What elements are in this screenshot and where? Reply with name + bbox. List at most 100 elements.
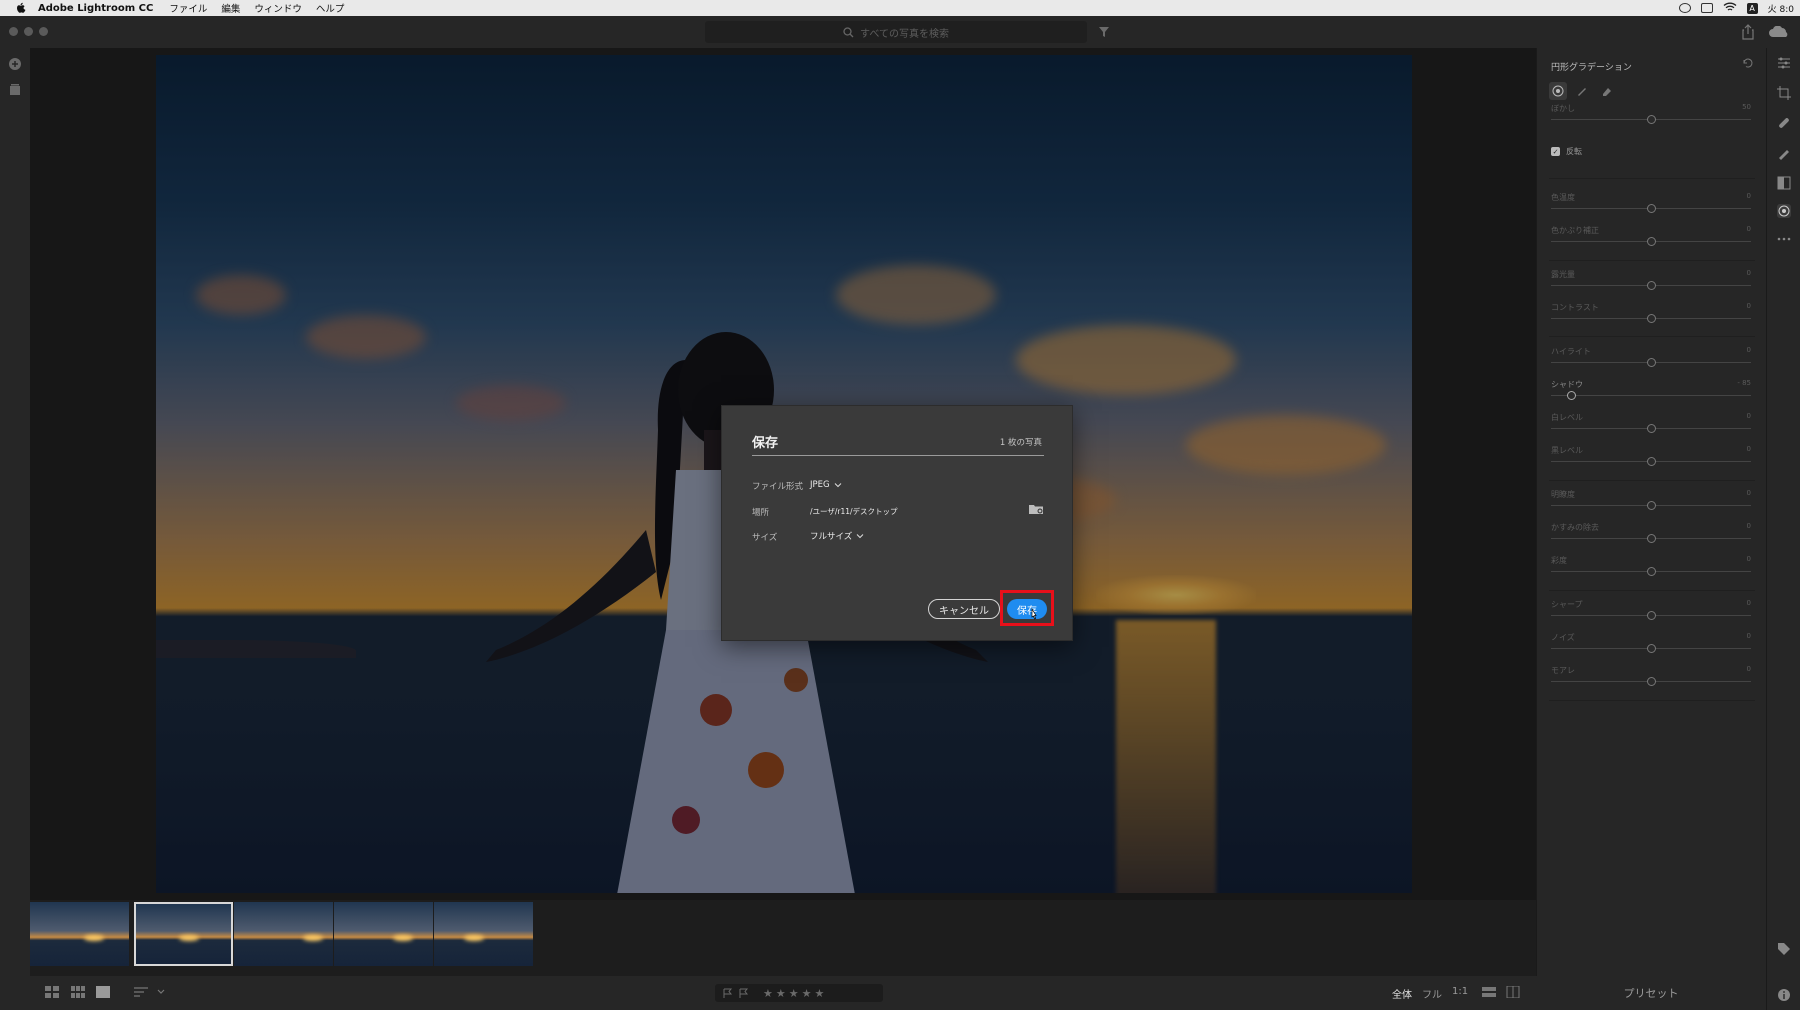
slider-label: 黒レベル (1551, 446, 1583, 455)
brush-tool[interactable] (1573, 82, 1591, 100)
filmstrip-thumb-5[interactable] (434, 902, 533, 966)
library-icon[interactable] (8, 83, 22, 97)
slider-moire[interactable]: モアレ 0 (1551, 665, 1751, 695)
search-field[interactable]: すべての写真を検索 (705, 21, 1087, 43)
linear-gradient-icon[interactable] (1777, 176, 1791, 190)
left-rail (0, 48, 30, 1010)
dialog-divider (752, 455, 1044, 456)
radial-tool[interactable] (1549, 82, 1567, 100)
edit-sliders-icon[interactable] (1777, 56, 1791, 70)
presets-button[interactable]: プリセット (1536, 976, 1766, 1010)
slider-saturation[interactable]: 彩度 0 (1551, 555, 1751, 585)
compare-icon[interactable] (1482, 986, 1496, 998)
photo-count: 1 枚の写真 (999, 438, 1042, 448)
menu-window[interactable]: ウィンドウ (254, 1, 302, 15)
invert-checkbox[interactable]: ✓ (1551, 147, 1560, 156)
filmstrip-thumb-3[interactable] (234, 902, 333, 966)
slider-sharpness[interactable]: シャープ 0 (1551, 599, 1751, 629)
slider-dehaze[interactable]: かすみの除去 0 (1551, 522, 1751, 552)
slider-label: モアレ (1551, 666, 1575, 675)
pick-flag-icon[interactable] (723, 988, 733, 999)
slider-value: - 85 (1737, 379, 1751, 387)
bottom-toolbar: ★★★★★ 全体 フル 1:1 (30, 976, 1536, 1010)
airplay-icon[interactable] (1700, 3, 1713, 13)
chevron-down-icon[interactable] (156, 986, 166, 998)
minimize-window-button[interactable] (24, 27, 33, 36)
invert-checkbox-row[interactable]: ✓ 反転 (1551, 146, 1582, 157)
format-dropdown[interactable]: JPEG (810, 480, 842, 490)
slider-temp[interactable]: 色温度 0 (1551, 192, 1751, 222)
slider-blacks[interactable]: 黒レベル 0 (1551, 445, 1751, 475)
size-value: フルサイズ (810, 532, 853, 542)
grid-view-icon[interactable] (71, 986, 85, 998)
slider-shadows[interactable]: シャドウ - 85 (1551, 379, 1751, 409)
filmstrip (30, 900, 1536, 976)
before-after-icon[interactable] (1506, 986, 1520, 998)
sun-reflection (1116, 620, 1216, 893)
crop-icon[interactable] (1777, 86, 1791, 100)
reset-icon[interactable] (1742, 58, 1754, 68)
slider-value: 0 (1746, 522, 1751, 530)
filmstrip-thumb-4[interactable] (334, 902, 433, 966)
zoom-window-button[interactable] (39, 27, 48, 36)
slider-value: 0 (1746, 489, 1751, 497)
square-grid-icon[interactable] (45, 986, 59, 998)
record-icon[interactable] (1678, 3, 1691, 13)
reject-flag-icon[interactable] (739, 988, 749, 999)
menu-edit[interactable]: 編集 (221, 1, 240, 15)
mask-tools (1549, 82, 1615, 100)
window-controls (9, 27, 48, 36)
search-placeholder: すべての写真を検索 (860, 28, 949, 40)
more-icon[interactable] (1777, 232, 1791, 246)
clock[interactable]: 火 8:0 (1768, 2, 1794, 15)
slider-feather[interactable]: ぼかし 50 (1551, 103, 1751, 133)
filter-icon[interactable] (1098, 26, 1110, 38)
star-rating[interactable]: ★★★★★ (763, 987, 827, 1000)
slider-exposure[interactable]: 露光量 0 (1551, 269, 1751, 299)
info-icon[interactable] (1777, 988, 1791, 1002)
detail-view-icon[interactable] (96, 986, 110, 998)
slider-clarity[interactable]: 明瞭度 0 (1551, 489, 1751, 519)
right-tool-rail (1766, 48, 1800, 1010)
choose-folder-icon[interactable] (1028, 503, 1044, 515)
menu-help[interactable]: ヘルプ (316, 1, 345, 15)
format-value: JPEG (810, 480, 830, 490)
sun-glow (1096, 575, 1256, 615)
slider-tint[interactable]: 色かぶり補正 0 (1551, 225, 1751, 255)
healing-icon[interactable] (1777, 116, 1791, 130)
slider-highlights[interactable]: ハイライト 0 (1551, 346, 1751, 376)
radial-gradient-icon[interactable] (1777, 204, 1791, 218)
slider-value: 0 (1746, 346, 1751, 354)
slider-whites[interactable]: 白レベル 0 (1551, 412, 1751, 442)
wifi-icon[interactable] (1723, 2, 1737, 15)
brush-icon[interactable] (1777, 146, 1791, 160)
close-window-button[interactable] (9, 27, 18, 36)
slider-value: 0 (1746, 599, 1751, 607)
size-dropdown[interactable]: フルサイズ (810, 530, 864, 542)
cancel-button[interactable]: キャンセル (928, 599, 1000, 619)
app-menu[interactable]: Adobe Lightroom CC (38, 3, 153, 14)
cloud-icon[interactable] (1768, 26, 1790, 38)
size-label: サイズ (752, 533, 778, 543)
distant-land (156, 640, 356, 658)
slider-label: 明瞭度 (1551, 490, 1575, 499)
slider-noise[interactable]: ノイズ 0 (1551, 632, 1751, 662)
share-icon[interactable] (1741, 24, 1755, 40)
filmstrip-thumb-2[interactable] (134, 902, 233, 966)
zoom-1-1[interactable]: 1:1 (1452, 986, 1468, 1001)
apple-icon[interactable] (14, 2, 28, 14)
add-photos-icon[interactable] (8, 57, 22, 71)
zoom-fit[interactable]: 全体 (1392, 986, 1412, 1001)
slider-label: シャープ (1551, 600, 1583, 609)
edit-panel: 円形グラデーション ぼかし 50 ✓ 反転 色温度 0 色かぶり補正 0 露光量 0 … (1536, 48, 1766, 976)
eraser-tool[interactable] (1597, 82, 1615, 100)
window-titlebar: すべての写真を検索 (0, 16, 1800, 48)
sort-icon[interactable] (134, 986, 148, 998)
filmstrip-thumb-1[interactable] (30, 902, 129, 966)
flag-rating-bar: ★★★★★ (715, 984, 883, 1002)
zoom-fill[interactable]: フル (1422, 986, 1442, 1001)
menu-file[interactable]: ファイル (169, 1, 207, 15)
slider-contrast[interactable]: コントラスト 0 (1551, 302, 1751, 332)
input-source-icon[interactable]: A (1746, 2, 1758, 14)
tag-icon[interactable] (1777, 942, 1791, 956)
